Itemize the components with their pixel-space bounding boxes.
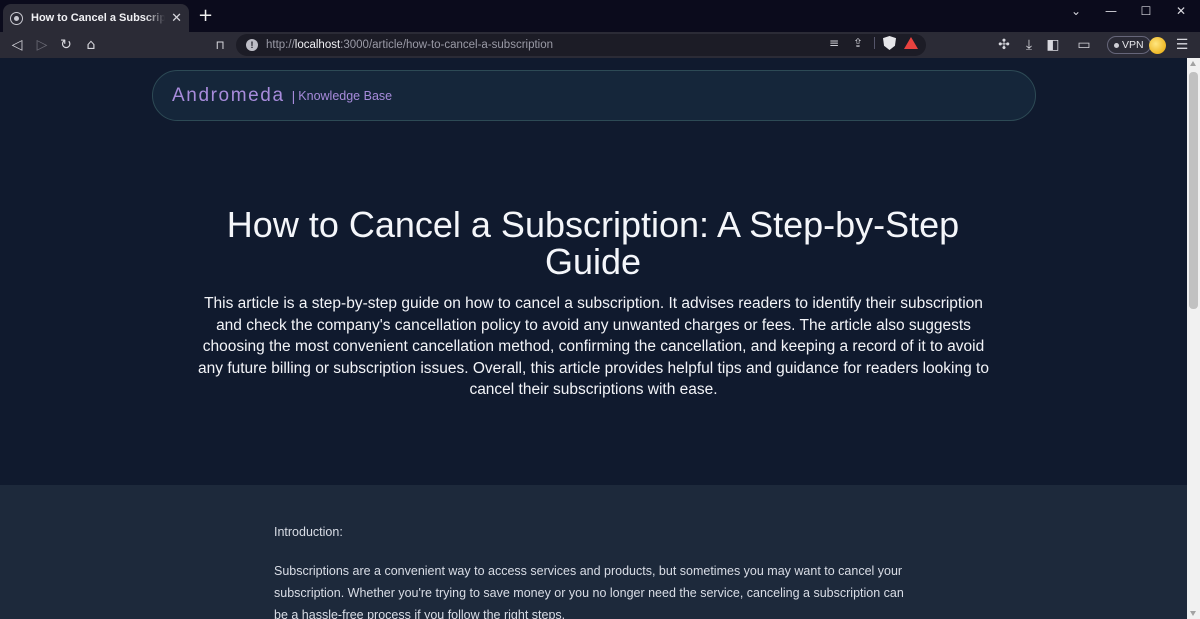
download-icon[interactable]: ⤓ (1020, 36, 1038, 54)
article-title: How to Cancel a Subscription: A Step-by-… (226, 204, 960, 282)
address-bar[interactable]: ! http://localhost:3000/article/how-to-c… (236, 34, 926, 56)
url-scheme: http:// (266, 39, 295, 51)
vpn-label: VPN (1122, 39, 1144, 51)
intro-heading: Introduction: (274, 525, 343, 539)
site-header: Andromeda | Knowledge Base (152, 70, 1036, 121)
brave-shields-icon[interactable] (883, 36, 896, 50)
browser-toolbar: ◁ ▷ ↻ ⌂ ⊓ ! http://localhost:3000/articl… (0, 32, 1200, 58)
profile-avatar[interactable] (1149, 37, 1166, 54)
chevron-down-icon[interactable]: ⌄ (1067, 4, 1085, 18)
url-path: :3000/article/how-to-cancel-a-subscripti… (340, 39, 554, 51)
home-icon[interactable]: ⌂ (82, 36, 100, 54)
brand-separator: | (291, 87, 296, 104)
tab-title: How to Cancel a Subscription: A Step-by-… (31, 12, 166, 24)
tab-strip: How to Cancel a Subscription: A Step-by-… (0, 0, 1200, 32)
close-icon[interactable]: ✕ (171, 12, 182, 25)
minimize-icon[interactable]: — (1102, 4, 1120, 18)
brand-logo[interactable]: Andromeda (172, 85, 285, 107)
plus-icon[interactable]: + (198, 7, 213, 25)
share-icon[interactable]: ⇪ (850, 36, 866, 50)
scroll-thumb[interactable] (1189, 72, 1198, 309)
brave-rewards-icon[interactable] (904, 37, 918, 49)
back-icon[interactable]: ◁ (8, 36, 26, 54)
vpn-button[interactable]: VPN (1107, 36, 1151, 54)
globe-icon (10, 11, 23, 25)
brand-subtitle: Knowledge Base (298, 88, 393, 103)
puzzle-icon[interactable]: ✣ (995, 36, 1013, 54)
sidebar-icon[interactable]: ◧ (1044, 36, 1062, 54)
maximize-icon[interactable]: ☐ (1137, 4, 1155, 18)
forward-icon[interactable]: ▷ (33, 36, 51, 54)
reload-icon[interactable]: ↻ (57, 36, 75, 54)
close-window-icon[interactable]: ✕ (1172, 4, 1190, 18)
url-host: localhost (294, 39, 341, 51)
active-tab[interactable]: How to Cancel a Subscription: A Step-by-… (3, 4, 189, 32)
vpn-status-dot (1114, 42, 1119, 48)
wallet-icon[interactable]: ▭ (1075, 36, 1093, 54)
info-icon[interactable]: ! (246, 39, 258, 51)
scroll-up-arrow-icon[interactable] (1190, 61, 1196, 66)
article-hero: Andromeda | Knowledge Base How to Cancel… (0, 58, 1187, 485)
page-viewport: Andromeda | Knowledge Base How to Cancel… (0, 58, 1187, 619)
article-summary: This article is a step-by-step guide on … (198, 295, 989, 398)
hamburger-menu-icon[interactable]: ☰ (1173, 36, 1191, 54)
url-divider (874, 37, 875, 49)
article-body: Introduction: Subscriptions are a conven… (0, 485, 1187, 619)
reader-mode-icon[interactable]: ≡ (826, 36, 842, 50)
intro-paragraph: Subscriptions are a convenient way to ac… (274, 564, 904, 619)
url-text: http://localhost:3000/article/how-to-can… (266, 39, 553, 51)
page-scrollbar[interactable] (1187, 58, 1200, 619)
bookmark-icon[interactable]: ⊓ (211, 36, 229, 54)
scroll-down-arrow-icon[interactable] (1190, 611, 1196, 616)
